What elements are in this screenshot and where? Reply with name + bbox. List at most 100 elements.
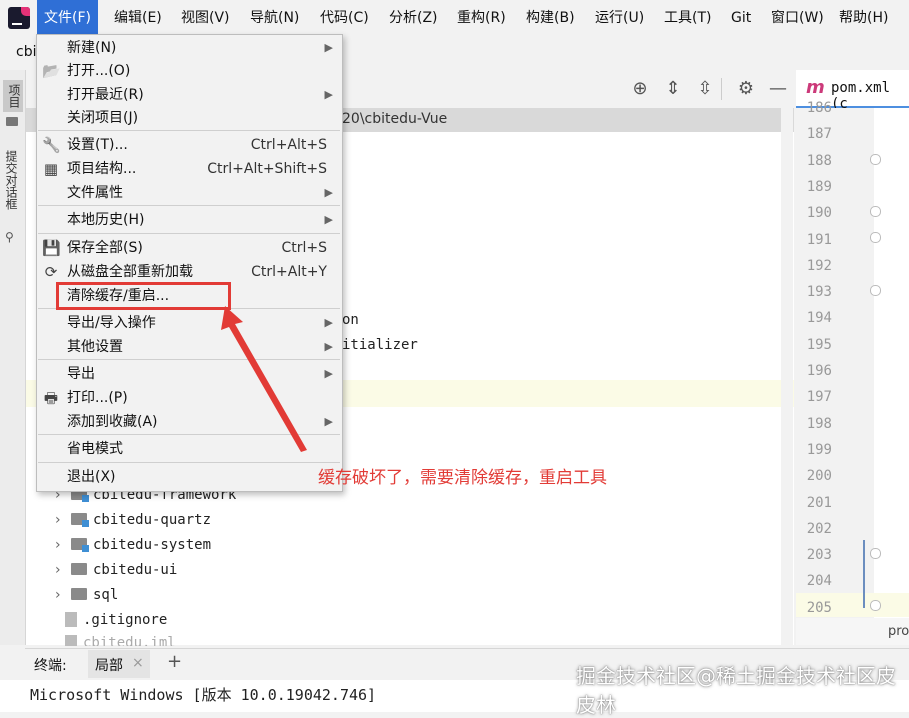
file-menu-item-label: 保存全部(S) [67, 240, 143, 256]
editor-breadcrumb[interactable]: pro [888, 624, 909, 639]
save-icon: 💾 [42, 239, 61, 257]
project-structure-icon: ▦ [43, 160, 59, 178]
menu-tools[interactable]: 工具(T) [657, 0, 718, 36]
submenu-arrow-icon: ▶ [324, 213, 333, 226]
print-icon: 🖶 [43, 389, 59, 407]
file-menu-item[interactable]: 关闭项目(J) [37, 106, 341, 130]
submenu-arrow-icon: ▶ [324, 186, 333, 199]
file-menu-item[interactable]: 本地历史(H) ▶ [37, 208, 341, 232]
menu-separator [38, 233, 340, 234]
expand-all-icon[interactable]: ⇕ [662, 78, 684, 100]
fold-marker-icon[interactable] [870, 154, 881, 165]
chevron-right-icon[interactable]: › [55, 559, 71, 581]
project-breadcrumb[interactable]: cbi [16, 44, 36, 60]
menu-edit[interactable]: 编辑(E) [107, 0, 169, 36]
chevron-right-icon[interactable]: › [55, 534, 71, 556]
line-number: 189 [806, 178, 832, 195]
menu-git[interactable]: Git [724, 0, 758, 36]
line-number: 201 [806, 494, 832, 511]
module-folder-icon [71, 538, 89, 552]
file-menu-item[interactable]: 📂 打开...(O) [37, 59, 341, 83]
menu-separator [38, 462, 340, 463]
file-menu-item-label: 其他设置 [67, 339, 123, 355]
line-number: 197 [806, 389, 832, 406]
tree-item-iml[interactable]: cbitedu.iml [55, 632, 176, 646]
menu-code[interactable]: 代码(C) [313, 0, 376, 36]
add-terminal-icon[interactable]: + [167, 651, 182, 672]
file-menu-item[interactable]: ▦ 项目结构... Ctrl+Alt+Shift+S [37, 157, 341, 181]
terminal-label: 终端: [34, 658, 67, 674]
menu-build[interactable]: 构建(B) [519, 0, 582, 36]
tool-tab-commit[interactable]: 提交对话框 [3, 150, 20, 210]
file-menu-item-label: 打印...(P) [67, 390, 128, 406]
file-menu-item[interactable]: ⟳ 从磁盘全部重新加载 Ctrl+Alt+Y [37, 260, 341, 284]
file-menu-item[interactable]: 新建(N) ▶ [37, 36, 341, 60]
shortcut-label: Ctrl+S [281, 240, 327, 256]
change-marker [863, 540, 865, 608]
file-menu-item-label: 导出/导入操作 [67, 315, 156, 331]
file-menu-item-label: 导出 [67, 366, 95, 382]
menu-window[interactable]: 窗口(W) [764, 0, 831, 36]
tree-item-label: cbitedu.iml [83, 635, 176, 646]
file-menu-item[interactable]: 打开最近(R) ▶ [37, 83, 341, 107]
file-menu-item-label: 打开...(O) [67, 63, 131, 79]
fold-marker-icon[interactable] [870, 206, 881, 217]
menu-analyze[interactable]: 分析(Z) [382, 0, 445, 36]
folder-icon [71, 563, 87, 575]
menu-file[interactable]: 文件(F) [37, 0, 98, 36]
line-number: 193 [806, 284, 832, 301]
module-folder-icon [71, 513, 89, 527]
line-number: 188 [806, 152, 832, 169]
file-menu-item[interactable]: 💾 保存全部(S) Ctrl+S [37, 236, 341, 260]
submenu-arrow-icon: ▶ [324, 367, 333, 380]
line-number: 196 [806, 363, 832, 379]
tree-item-gitignore[interactable]: .gitignore [55, 609, 167, 631]
shortcut-label: Ctrl+Alt+S [250, 137, 327, 153]
menu-refactor[interactable]: 重构(R) [450, 0, 513, 36]
line-number: 187 [806, 126, 832, 143]
tree-item-label: sql [93, 587, 119, 603]
tree-item-cbitedu-quartz[interactable]: › cbitedu-quartz [55, 509, 211, 531]
menu-separator [38, 205, 340, 206]
menu-help[interactable]: 帮助(H) [832, 0, 895, 36]
file-menu-item-label: 项目结构... [67, 161, 137, 177]
annotation-highlight-box [56, 282, 231, 310]
tree-item-label: .gitignore [83, 612, 168, 628]
menu-separator [38, 130, 340, 131]
file-menu-item[interactable]: 🔧 设置(T)... Ctrl+Alt+S [37, 133, 341, 157]
close-icon[interactable]: × [132, 655, 144, 671]
tree-item-cbitedu-system[interactable]: › cbitedu-system [55, 534, 211, 556]
fold-marker-icon[interactable] [870, 548, 881, 559]
tool-tab-project[interactable]: 项目 [3, 80, 23, 112]
file-menu-item-label: 从磁盘全部重新加载 [67, 264, 193, 280]
fold-marker-icon[interactable] [870, 232, 881, 243]
collapse-all-icon[interactable]: ⇳ [694, 78, 716, 100]
line-number: 192 [806, 257, 832, 274]
tree-item-cbitedu-ui[interactable]: › cbitedu-ui [55, 559, 177, 581]
fold-marker-icon[interactable] [870, 600, 881, 611]
locate-icon[interactable]: ⊕ [629, 78, 651, 100]
file-menu-item-label: 打开最近(R) [67, 87, 144, 103]
tree-item-sql[interactable]: › sql [55, 584, 118, 606]
submenu-arrow-icon: ▶ [324, 88, 333, 101]
file-menu-item-label: 新建(N) [67, 40, 117, 56]
tree-scrollbar[interactable] [781, 100, 793, 645]
line-number: 200 [806, 468, 832, 485]
shortcut-label: Ctrl+Alt+Shift+S [207, 161, 327, 177]
menu-run[interactable]: 运行(U) [588, 0, 651, 36]
tree-partial-line: itializer [342, 337, 418, 353]
submenu-arrow-icon: ▶ [324, 316, 333, 329]
minimize-icon[interactable]: — [767, 78, 789, 100]
chevron-right-icon[interactable]: › [55, 584, 71, 606]
chevron-right-icon[interactable]: › [55, 509, 71, 531]
line-number: 190 [806, 205, 832, 222]
gear-icon[interactable]: ⚙ [735, 78, 757, 100]
file-menu-item[interactable]: 退出(X) [37, 465, 341, 489]
menu-navigate[interactable]: 导航(N) [243, 0, 306, 36]
editor-code-area[interactable] [874, 108, 909, 618]
file-menu-item-label: 添加到收藏(A) [67, 414, 158, 430]
menu-view[interactable]: 视图(V) [174, 0, 237, 36]
terminal-tab-label: 局部 [95, 658, 123, 674]
fold-marker-icon[interactable] [870, 285, 881, 296]
file-menu-item[interactable]: 文件属性 ▶ [37, 181, 341, 205]
